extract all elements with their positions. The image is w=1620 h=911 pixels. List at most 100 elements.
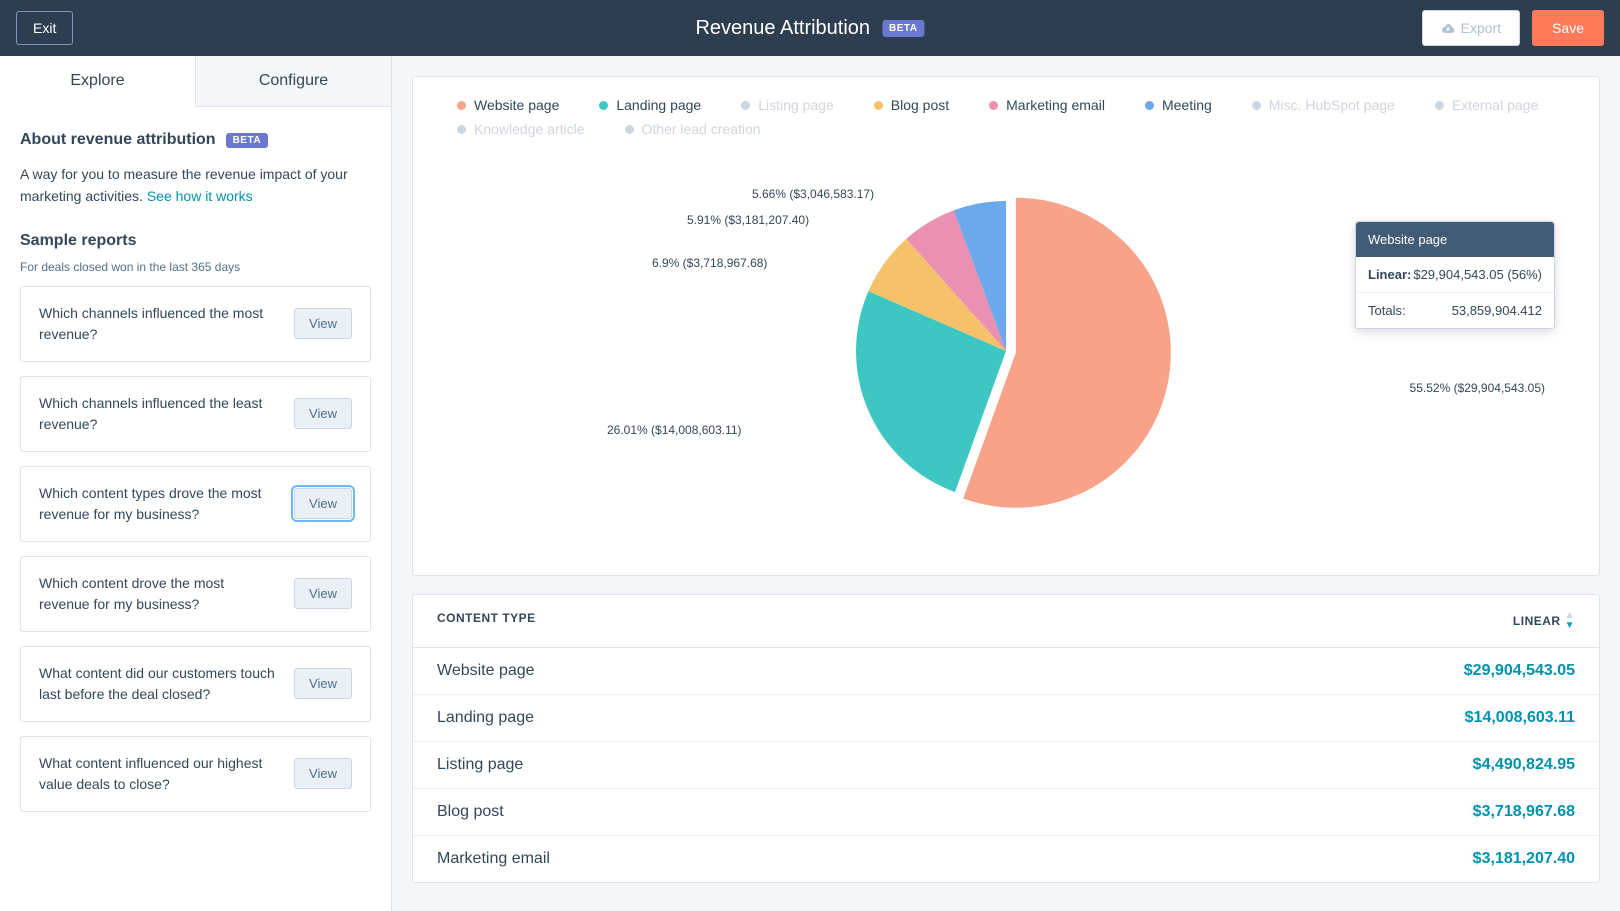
table-row[interactable]: Listing page $4,490,824.95 bbox=[413, 742, 1599, 789]
view-button[interactable]: View bbox=[294, 308, 352, 339]
legend-label: Blog post bbox=[891, 97, 949, 113]
table-cell-type: Marketing email bbox=[437, 850, 550, 868]
tooltip-linear-value: $29,904,543.05 (56%) bbox=[1413, 267, 1542, 282]
report-text: Which channels influenced the least reve… bbox=[39, 393, 278, 435]
pie-slice-label: 5.91% ($3,181,207.40) bbox=[687, 213, 809, 227]
sample-reports-heading: Sample reports bbox=[20, 232, 371, 250]
save-button[interactable]: Save bbox=[1532, 10, 1604, 46]
view-button[interactable]: View bbox=[294, 488, 352, 519]
report-text: Which channels influenced the most reven… bbox=[39, 303, 278, 345]
pie-chart bbox=[826, 171, 1186, 531]
chart-tooltip: Website page Linear: $29,904,543.05 (56%… bbox=[1355, 221, 1555, 329]
legend-item[interactable]: Marketing email bbox=[989, 97, 1105, 113]
topbar: Exit Revenue Attribution BETA Export Sav… bbox=[0, 0, 1620, 56]
cloud-download-icon bbox=[1441, 23, 1455, 34]
table-cell-type: Blog post bbox=[437, 803, 504, 821]
tabs: Explore Configure bbox=[0, 56, 391, 107]
tooltip-totals-label: Totals: bbox=[1368, 303, 1406, 318]
legend-dot-icon bbox=[1435, 101, 1444, 110]
about-heading: About revenue attribution bbox=[20, 131, 216, 149]
legend-item[interactable]: Meeting bbox=[1145, 97, 1212, 113]
pie-slice-label: 55.52% ($29,904,543.05) bbox=[1410, 381, 1545, 395]
legend-item[interactable]: Other lead creation bbox=[625, 121, 761, 137]
table-cell-type: Landing page bbox=[437, 709, 534, 727]
legend-dot-icon bbox=[625, 125, 634, 134]
chart-panel: Website page Landing page Listing page Blog… bbox=[412, 76, 1600, 576]
legend-item[interactable]: Knowledge article bbox=[457, 121, 585, 137]
pie-slice-label: 26.01% ($14,008,603.11) bbox=[607, 423, 742, 437]
beta-badge: BETA bbox=[882, 20, 924, 37]
legend-dot-icon bbox=[457, 125, 466, 134]
legend-label: Listing page bbox=[758, 97, 834, 113]
table-row[interactable]: Website page $29,904,543.05 bbox=[413, 648, 1599, 695]
column-header-linear[interactable]: LINEAR bbox=[1513, 614, 1561, 628]
sort-icon[interactable]: ▲▼ bbox=[1565, 611, 1575, 631]
report-card: Which channels influenced the least reve… bbox=[20, 376, 371, 452]
legend-dot-icon bbox=[874, 101, 883, 110]
beta-badge-small: BETA bbox=[226, 133, 268, 148]
data-table: CONTENT TYPE LINEAR ▲▼ Website page $29,9… bbox=[412, 594, 1600, 883]
legend-label: External page bbox=[1452, 97, 1538, 113]
view-button[interactable]: View bbox=[294, 668, 352, 699]
legend-dot-icon bbox=[1145, 101, 1154, 110]
legend-item[interactable]: External page bbox=[1435, 97, 1538, 113]
legend-label: Marketing email bbox=[1006, 97, 1105, 113]
report-text: What content did our customers touch las… bbox=[39, 663, 278, 705]
table-cell-value: $4,490,824.95 bbox=[1473, 756, 1575, 774]
tab-configure[interactable]: Configure bbox=[196, 56, 391, 106]
view-button[interactable]: View bbox=[294, 578, 352, 609]
pie-slice-label: 6.9% ($3,718,967.68) bbox=[652, 256, 767, 270]
table-cell-type: Website page bbox=[437, 662, 535, 680]
table-cell-value: $3,718,967.68 bbox=[1473, 803, 1575, 821]
tooltip-totals-value: 53,859,904.412 bbox=[1452, 303, 1542, 318]
column-header-type[interactable]: CONTENT TYPE bbox=[437, 611, 536, 631]
see-how-link[interactable]: See how it works bbox=[147, 188, 253, 204]
chart-legend: Website page Landing page Listing page Blog… bbox=[437, 97, 1575, 137]
legend-dot-icon bbox=[1252, 101, 1261, 110]
table-header: CONTENT TYPE LINEAR ▲▼ bbox=[413, 595, 1599, 648]
report-text: Which content types drove the most reven… bbox=[39, 483, 278, 525]
legend-label: Website page bbox=[474, 97, 559, 113]
table-row[interactable]: Blog post $3,718,967.68 bbox=[413, 789, 1599, 836]
pie-chart-wrap: 55.52% ($29,904,543.05) 26.01% ($14,008,… bbox=[437, 151, 1575, 551]
legend-dot-icon bbox=[989, 101, 998, 110]
table-cell-value: $29,904,543.05 bbox=[1464, 662, 1575, 680]
export-button[interactable]: Export bbox=[1422, 10, 1520, 46]
legend-label: Landing page bbox=[616, 97, 701, 113]
table-row[interactable]: Marketing email $3,181,207.40 bbox=[413, 836, 1599, 882]
tooltip-title: Website page bbox=[1356, 222, 1554, 257]
legend-item[interactable]: Misc. HubSpot page bbox=[1252, 97, 1395, 113]
table-cell-type: Listing page bbox=[437, 756, 523, 774]
legend-label: Other lead creation bbox=[642, 121, 761, 137]
view-button[interactable]: View bbox=[294, 758, 352, 789]
legend-dot-icon bbox=[741, 101, 750, 110]
report-card: What content influenced our highest valu… bbox=[20, 736, 371, 812]
table-cell-value: $3,181,207.40 bbox=[1473, 850, 1575, 868]
legend-label: Misc. HubSpot page bbox=[1269, 97, 1395, 113]
report-text: Which content drove the most revenue for… bbox=[39, 573, 278, 615]
sample-reports-subtext: For deals closed won in the last 365 day… bbox=[20, 260, 371, 274]
exit-button[interactable]: Exit bbox=[16, 11, 73, 45]
report-card: Which channels influenced the most reven… bbox=[20, 286, 371, 362]
legend-item[interactable]: Landing page bbox=[599, 97, 701, 113]
about-description: A way for you to measure the revenue imp… bbox=[20, 163, 371, 208]
tab-explore[interactable]: Explore bbox=[0, 56, 196, 107]
page-title: Revenue Attribution bbox=[695, 17, 870, 40]
report-card: Which content types drove the most reven… bbox=[20, 466, 371, 542]
legend-item[interactable]: Listing page bbox=[741, 97, 834, 113]
content-area: Website page Landing page Listing page Blog… bbox=[392, 56, 1620, 911]
legend-item[interactable]: Website page bbox=[457, 97, 559, 113]
sidebar: Explore Configure About revenue attribut… bbox=[0, 56, 392, 911]
table-cell-value: $14,008,603.11 bbox=[1465, 709, 1575, 727]
legend-dot-icon bbox=[457, 101, 466, 110]
pie-slice-label: 5.66% ($3,046,583.17) bbox=[752, 187, 874, 201]
legend-label: Meeting bbox=[1162, 97, 1212, 113]
legend-item[interactable]: Blog post bbox=[874, 97, 949, 113]
report-text: What content influenced our highest valu… bbox=[39, 753, 278, 795]
report-card: Which content drove the most revenue for… bbox=[20, 556, 371, 632]
view-button[interactable]: View bbox=[294, 398, 352, 429]
export-label: Export bbox=[1461, 20, 1501, 36]
table-row[interactable]: Landing page $14,008,603.11 bbox=[413, 695, 1599, 742]
legend-label: Knowledge article bbox=[474, 121, 585, 137]
tooltip-linear-label: Linear: bbox=[1368, 267, 1411, 282]
